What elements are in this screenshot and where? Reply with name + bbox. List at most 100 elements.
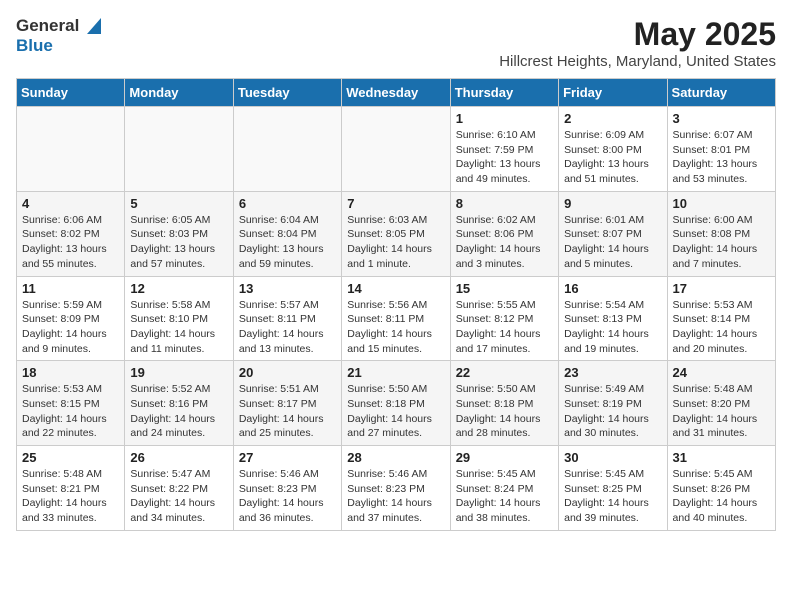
day-detail: Sunrise: 5:50 AM Sunset: 8:18 PM Dayligh… bbox=[456, 382, 553, 441]
day-number: 18 bbox=[22, 365, 119, 380]
day-number: 2 bbox=[564, 111, 661, 126]
day-detail: Sunrise: 5:46 AM Sunset: 8:23 PM Dayligh… bbox=[239, 467, 336, 526]
day-detail: Sunrise: 5:47 AM Sunset: 8:22 PM Dayligh… bbox=[130, 467, 227, 526]
day-number: 19 bbox=[130, 365, 227, 380]
day-detail: Sunrise: 5:48 AM Sunset: 8:21 PM Dayligh… bbox=[22, 467, 119, 526]
day-detail: Sunrise: 6:02 AM Sunset: 8:06 PM Dayligh… bbox=[456, 213, 553, 272]
table-row: 22Sunrise: 5:50 AM Sunset: 8:18 PM Dayli… bbox=[450, 361, 558, 446]
table-row: 8 Sunrise: 6:02 AM Sunset: 8:06 PM Daylig… bbox=[450, 191, 558, 276]
header-monday: Monday bbox=[125, 79, 233, 107]
title-area: May 2025 Hillcrest Heights, Maryland, Un… bbox=[499, 16, 776, 70]
day-number: 3 bbox=[673, 111, 770, 126]
header: General Blue May 2025 Hillcrest Heights,… bbox=[16, 16, 776, 70]
day-number: 11 bbox=[22, 281, 119, 296]
table-row bbox=[342, 107, 450, 192]
day-detail: Sunrise: 5:45 AM Sunset: 8:26 PM Dayligh… bbox=[673, 467, 770, 526]
day-detail: Sunrise: 6:07 AM Sunset: 8:01 PM Dayligh… bbox=[673, 128, 770, 187]
day-detail: Sunrise: 5:57 AM Sunset: 8:11 PM Dayligh… bbox=[239, 298, 336, 357]
day-detail: Sunrise: 5:45 AM Sunset: 8:24 PM Dayligh… bbox=[456, 467, 553, 526]
day-number: 1 bbox=[456, 111, 553, 126]
table-row: 23Sunrise: 5:49 AM Sunset: 8:19 PM Dayli… bbox=[559, 361, 667, 446]
calendar: Sunday Monday Tuesday Wednesday Thursday… bbox=[16, 78, 776, 531]
logo-blue-text: Blue bbox=[16, 36, 53, 56]
week-row-2: 4Sunrise: 6:06 AM Sunset: 8:02 PM Daylig… bbox=[17, 191, 776, 276]
day-detail: Sunrise: 5:54 AM Sunset: 8:13 PM Dayligh… bbox=[564, 298, 661, 357]
day-detail: Sunrise: 5:59 AM Sunset: 8:09 PM Dayligh… bbox=[22, 298, 119, 357]
table-row: 5 Sunrise: 6:05 AM Sunset: 8:03 PM Daylig… bbox=[125, 191, 233, 276]
day-detail: Sunrise: 6:00 AM Sunset: 8:08 PM Dayligh… bbox=[673, 213, 770, 272]
day-detail: Sunrise: 5:53 AM Sunset: 8:15 PM Dayligh… bbox=[22, 382, 119, 441]
table-row: 20 Sunrise: 5:51 AM Sunset: 8:17 PM Dayli… bbox=[233, 361, 341, 446]
day-detail: Sunrise: 6:10 AM Sunset: 7:59 PM Dayligh… bbox=[456, 128, 553, 187]
table-row: 1 Sunrise: 6:10 AM Sunset: 7:59 PM Daylig… bbox=[450, 107, 558, 192]
day-detail: Sunrise: 5:53 AM Sunset: 8:14 PM Dayligh… bbox=[673, 298, 770, 357]
header-wednesday: Wednesday bbox=[342, 79, 450, 107]
header-sunday: Sunday bbox=[17, 79, 125, 107]
day-number: 17 bbox=[673, 281, 770, 296]
weekday-header-row: Sunday Monday Tuesday Wednesday Thursday… bbox=[17, 79, 776, 107]
day-detail: Sunrise: 6:04 AM Sunset: 8:04 PM Dayligh… bbox=[239, 213, 336, 272]
week-row-1: 1 Sunrise: 6:10 AM Sunset: 7:59 PM Daylig… bbox=[17, 107, 776, 192]
logo-icon bbox=[83, 18, 101, 34]
day-number: 14 bbox=[347, 281, 444, 296]
table-row bbox=[125, 107, 233, 192]
day-number: 15 bbox=[456, 281, 553, 296]
month-year: May 2025 bbox=[499, 16, 776, 53]
week-row-5: 25 Sunrise: 5:48 AM Sunset: 8:21 PM Dayli… bbox=[17, 446, 776, 531]
day-number: 9 bbox=[564, 196, 661, 211]
table-row: 12Sunrise: 5:58 AM Sunset: 8:10 PM Dayli… bbox=[125, 276, 233, 361]
table-row: 31 Sunrise: 5:45 AM Sunset: 8:26 PM Dayli… bbox=[667, 446, 775, 531]
table-row: 25 Sunrise: 5:48 AM Sunset: 8:21 PM Dayli… bbox=[17, 446, 125, 531]
table-row: 10 Sunrise: 6:00 AM Sunset: 8:08 PM Dayli… bbox=[667, 191, 775, 276]
day-detail: Sunrise: 6:06 AM Sunset: 8:02 PM Dayligh… bbox=[22, 213, 119, 272]
day-detail: Sunrise: 6:09 AM Sunset: 8:00 PM Dayligh… bbox=[564, 128, 661, 187]
day-detail: Sunrise: 5:50 AM Sunset: 8:18 PM Dayligh… bbox=[347, 382, 444, 441]
day-number: 10 bbox=[673, 196, 770, 211]
day-number: 6 bbox=[239, 196, 336, 211]
table-row: 21Sunrise: 5:50 AM Sunset: 8:18 PM Dayli… bbox=[342, 361, 450, 446]
table-row bbox=[233, 107, 341, 192]
table-row: 16 Sunrise: 5:54 AM Sunset: 8:13 PM Dayli… bbox=[559, 276, 667, 361]
header-tuesday: Tuesday bbox=[233, 79, 341, 107]
day-number: 13 bbox=[239, 281, 336, 296]
table-row: 30Sunrise: 5:45 AM Sunset: 8:25 PM Dayli… bbox=[559, 446, 667, 531]
table-row bbox=[17, 107, 125, 192]
day-number: 25 bbox=[22, 450, 119, 465]
day-number: 7 bbox=[347, 196, 444, 211]
header-saturday: Saturday bbox=[667, 79, 775, 107]
week-row-3: 11 Sunrise: 5:59 AM Sunset: 8:09 PM Dayli… bbox=[17, 276, 776, 361]
day-detail: Sunrise: 5:55 AM Sunset: 8:12 PM Dayligh… bbox=[456, 298, 553, 357]
day-detail: Sunrise: 5:51 AM Sunset: 8:17 PM Dayligh… bbox=[239, 382, 336, 441]
day-number: 5 bbox=[130, 196, 227, 211]
table-row: 19 Sunrise: 5:52 AM Sunset: 8:16 PM Dayli… bbox=[125, 361, 233, 446]
day-detail: Sunrise: 5:46 AM Sunset: 8:23 PM Dayligh… bbox=[347, 467, 444, 526]
table-row: 2 Sunrise: 6:09 AM Sunset: 8:00 PM Daylig… bbox=[559, 107, 667, 192]
table-row: 26 Sunrise: 5:47 AM Sunset: 8:22 PM Dayli… bbox=[125, 446, 233, 531]
day-number: 26 bbox=[130, 450, 227, 465]
table-row: 24 Sunrise: 5:48 AM Sunset: 8:20 PM Dayli… bbox=[667, 361, 775, 446]
table-row: 9Sunrise: 6:01 AM Sunset: 8:07 PM Daylig… bbox=[559, 191, 667, 276]
day-number: 31 bbox=[673, 450, 770, 465]
table-row: 18 Sunrise: 5:53 AM Sunset: 8:15 PM Dayli… bbox=[17, 361, 125, 446]
day-number: 29 bbox=[456, 450, 553, 465]
header-friday: Friday bbox=[559, 79, 667, 107]
day-number: 20 bbox=[239, 365, 336, 380]
day-detail: Sunrise: 6:03 AM Sunset: 8:05 PM Dayligh… bbox=[347, 213, 444, 272]
header-thursday: Thursday bbox=[450, 79, 558, 107]
table-row: 6 Sunrise: 6:04 AM Sunset: 8:04 PM Daylig… bbox=[233, 191, 341, 276]
table-row: 15 Sunrise: 5:55 AM Sunset: 8:12 PM Dayli… bbox=[450, 276, 558, 361]
day-number: 8 bbox=[456, 196, 553, 211]
day-number: 16 bbox=[564, 281, 661, 296]
day-detail: Sunrise: 5:48 AM Sunset: 8:20 PM Dayligh… bbox=[673, 382, 770, 441]
table-row: 17 Sunrise: 5:53 AM Sunset: 8:14 PM Dayli… bbox=[667, 276, 775, 361]
day-number: 24 bbox=[673, 365, 770, 380]
day-detail: Sunrise: 5:56 AM Sunset: 8:11 PM Dayligh… bbox=[347, 298, 444, 357]
day-detail: Sunrise: 5:58 AM Sunset: 8:10 PM Dayligh… bbox=[130, 298, 227, 357]
logo: General Blue bbox=[16, 16, 101, 56]
table-row: 27Sunrise: 5:46 AM Sunset: 8:23 PM Dayli… bbox=[233, 446, 341, 531]
table-row: 3 Sunrise: 6:07 AM Sunset: 8:01 PM Daylig… bbox=[667, 107, 775, 192]
day-detail: Sunrise: 6:05 AM Sunset: 8:03 PM Dayligh… bbox=[130, 213, 227, 272]
day-detail: Sunrise: 5:52 AM Sunset: 8:16 PM Dayligh… bbox=[130, 382, 227, 441]
table-row: 11 Sunrise: 5:59 AM Sunset: 8:09 PM Dayli… bbox=[17, 276, 125, 361]
table-row: 7 Sunrise: 6:03 AM Sunset: 8:05 PM Daylig… bbox=[342, 191, 450, 276]
